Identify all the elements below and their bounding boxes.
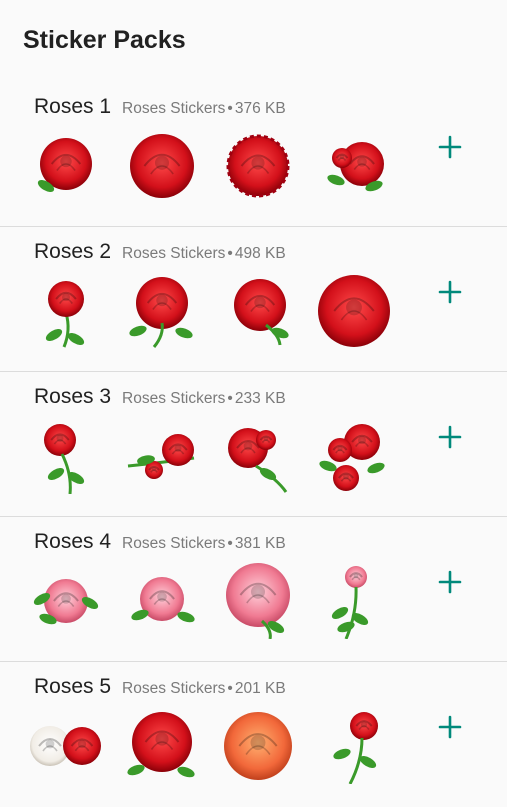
rose-branch-sticker [124, 418, 200, 494]
sticker-pack-row[interactable]: Roses 2 Roses Stickers • 498 KB [0, 227, 507, 372]
red-rose-leaves-sticker [124, 273, 200, 349]
sticker-pack-row[interactable]: Roses 4 Roses Stickers • 381 KB [0, 517, 507, 662]
plus-icon [438, 135, 462, 164]
red-rose-bloom-sticker [124, 708, 200, 784]
pink-rose-stem-sticker [316, 563, 392, 639]
sticker-pack-row[interactable]: Roses 5 Roses Stickers • 201 KB [0, 662, 507, 807]
separator-dot: • [227, 245, 233, 262]
pack-publisher: Roses Stickers [122, 535, 226, 552]
pack-name: Roses 4 [34, 530, 112, 553]
sticker-pack-row[interactable]: Roses 3 Roses Stickers • 233 KB [0, 372, 507, 517]
pack-size: 376 KB [234, 100, 286, 117]
pink-roses-sticker [28, 563, 104, 639]
add-pack-button[interactable] [435, 424, 465, 454]
pack-name: Roses 2 [34, 240, 112, 263]
sticker-preview-row [28, 563, 392, 639]
sticker-pack-row[interactable]: Roses 1 Roses Stickers • 376 KB [0, 82, 507, 227]
sticker-preview-row [28, 128, 392, 204]
red-dahlia-sticker [220, 128, 296, 204]
add-pack-button[interactable] [435, 134, 465, 164]
pack-size: 381 KB [234, 535, 286, 552]
sticker-preview-row [28, 418, 392, 494]
pack-header: Roses 3 Roses Stickers • 233 KB [34, 385, 286, 409]
salmon-rose-sticker [220, 563, 296, 639]
pack-meta: Roses Stickers • 233 KB [122, 390, 286, 408]
orange-rose-sticker [220, 708, 296, 784]
plus-icon [438, 715, 462, 744]
rose-on-stem-sticker [28, 418, 104, 494]
rose-cluster-sticker [316, 418, 392, 494]
pack-meta: Roses Stickers • 376 KB [122, 100, 286, 118]
pack-size: 201 KB [234, 680, 286, 697]
red-rose-stem-sticker [28, 273, 104, 349]
pack-publisher: Roses Stickers [122, 100, 226, 117]
pink-white-rose-sticker [124, 563, 200, 639]
plus-icon [438, 425, 462, 454]
app-header: Sticker Packs [0, 0, 507, 82]
add-pack-button[interactable] [435, 714, 465, 744]
sticker-pack-list: Roses 1 Roses Stickers • 376 KB Roses 2 … [0, 82, 507, 807]
plus-icon [438, 280, 462, 309]
pink-rose-bud-sticker [316, 708, 392, 784]
dewy-red-rose-sticker [124, 128, 200, 204]
round-red-rose-sticker [316, 273, 392, 349]
pack-name: Roses 1 [34, 95, 112, 118]
red-rose-sticker [28, 128, 104, 204]
rose-bunch-sticker [316, 128, 392, 204]
pack-publisher: Roses Stickers [122, 680, 226, 697]
pack-publisher: Roses Stickers [122, 390, 226, 407]
pack-header: Roses 1 Roses Stickers • 376 KB [34, 95, 286, 119]
pack-meta: Roses Stickers • 201 KB [122, 680, 286, 698]
separator-dot: • [227, 100, 233, 117]
open-red-rose-sticker [220, 273, 296, 349]
separator-dot: • [227, 680, 233, 697]
pack-name: Roses 5 [34, 675, 112, 698]
sticker-preview-row [28, 708, 392, 784]
pack-name: Roses 3 [34, 385, 112, 408]
pack-header: Roses 5 Roses Stickers • 201 KB [34, 675, 286, 699]
pack-meta: Roses Stickers • 498 KB [122, 245, 286, 263]
pack-size: 498 KB [234, 245, 286, 262]
pack-meta: Roses Stickers • 381 KB [122, 535, 286, 553]
sticker-preview-row [28, 273, 392, 349]
add-pack-button[interactable] [435, 569, 465, 599]
pack-header: Roses 4 Roses Stickers • 381 KB [34, 530, 286, 554]
separator-dot: • [227, 535, 233, 552]
page-title: Sticker Packs [23, 26, 186, 54]
separator-dot: • [227, 390, 233, 407]
plus-icon [438, 570, 462, 599]
pack-publisher: Roses Stickers [122, 245, 226, 262]
add-pack-button[interactable] [435, 279, 465, 309]
rose-bud-sticker [220, 418, 296, 494]
white-red-roses-sticker [28, 708, 104, 784]
pack-size: 233 KB [234, 390, 286, 407]
pack-header: Roses 2 Roses Stickers • 498 KB [34, 240, 286, 264]
